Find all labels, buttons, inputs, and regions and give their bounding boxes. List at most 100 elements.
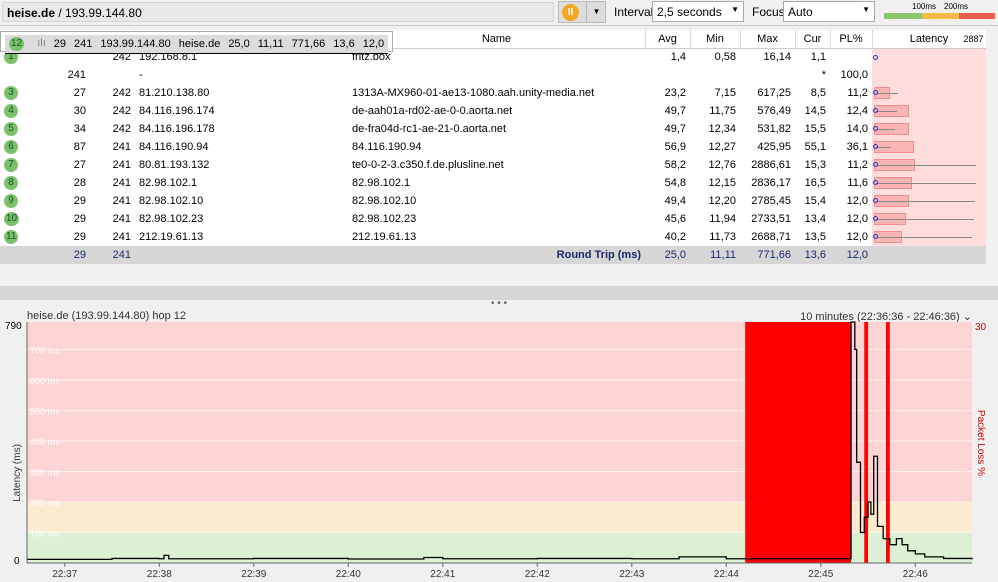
cell-avg: 49,7 xyxy=(645,120,690,138)
cell-err: 30 xyxy=(50,102,90,120)
chevron-down-icon: ▼ xyxy=(731,5,739,14)
cell-plpct: 11,2 xyxy=(830,156,872,174)
y-tick-label: 300 ms xyxy=(30,467,60,477)
ip-label: / 193.99.144.80 xyxy=(55,6,142,20)
cell-ip: 82.98.102.1 xyxy=(135,174,348,192)
rt-pl: 12,0 xyxy=(830,246,872,264)
cell-err: 34 xyxy=(50,120,90,138)
table-row[interactable]: 8 28 241 82.98.102.1 82.98.102.1 54,8 12,15 283… xyxy=(0,174,986,192)
y2-axis-label: Packet Loss % xyxy=(975,410,986,476)
pause-button[interactable]: II ▼ xyxy=(558,1,606,23)
focus-value: Auto xyxy=(788,5,813,19)
column-header-min[interactable]: Min xyxy=(690,30,741,49)
cell-count: 242 xyxy=(90,84,135,102)
table-row[interactable]: 5 34 242 84.116.196.178 de-fra04d-rc1-ae-21-… xyxy=(0,120,986,138)
column-header-max[interactable]: Max xyxy=(740,30,796,49)
latency-dot xyxy=(873,216,878,221)
x-tick-label: 22:42 xyxy=(525,569,550,580)
cell-cur: 1,1 xyxy=(795,48,830,66)
table-row[interactable]: 3 27 242 81.210.138.80 1313A-MX960-01-ae13-1… xyxy=(0,84,986,102)
rt-err: 29 xyxy=(50,246,90,264)
cell-ip: 80.81.193.132 xyxy=(135,156,348,174)
y-min-label: 0 xyxy=(14,556,20,567)
latency-graph-cell xyxy=(872,228,986,246)
cell-err: 29 xyxy=(50,210,90,228)
latency-range xyxy=(876,201,976,202)
column-header-latency[interactable]: Latency 2887 xyxy=(872,30,987,49)
y-tick-label: 500 ms xyxy=(30,406,60,416)
cell-plpct: 12,4 xyxy=(830,102,872,120)
y-axis-label: Latency (ms) xyxy=(12,444,23,502)
column-header-cur[interactable]: Cur xyxy=(795,30,831,49)
cell-ip: 212.19.61.13 xyxy=(135,228,348,246)
table-row[interactable]: 10 29 241 82.98.102.23 82.98.102.23 45,6 11,94… xyxy=(0,210,986,228)
cell-cur: 55,1 xyxy=(795,138,830,156)
latency-range xyxy=(876,165,976,166)
hop-table: HopErrCountIPNameAvgMinMaxCurPL%Latency2… xyxy=(0,30,987,264)
table-row[interactable]: 7 27 241 80.81.193.132 te0-0-2-3.c350.f.de.p… xyxy=(0,156,986,174)
latency-graph-cell xyxy=(872,192,986,210)
interval-select[interactable]: 2,5 seconds ▼ xyxy=(652,1,744,22)
cell-avg: 54,8 xyxy=(645,174,690,192)
cell-max: 2836,17 xyxy=(740,174,795,192)
latency-dot xyxy=(873,144,878,149)
rt-cur: 13,6 xyxy=(795,246,830,264)
latency-range xyxy=(876,129,895,130)
cell-ip: 193.99.144.80 xyxy=(96,35,175,54)
cell-err: 27 xyxy=(50,156,90,174)
cell-max xyxy=(740,66,795,84)
latency-range xyxy=(876,237,973,238)
x-tick-label: 22:40 xyxy=(336,569,361,580)
focus-label: Focus xyxy=(752,5,785,19)
table-row[interactable]: 12 ılı 29 241 193.99.144.80 heise.de 25,0 11,1… xyxy=(0,31,394,54)
hop-cell xyxy=(0,66,50,84)
x-tick-label: 22:46 xyxy=(903,569,928,580)
rt-label: Round Trip (ms) xyxy=(348,246,645,264)
cell-ip: 84.116.196.178 xyxy=(135,120,348,138)
rt-max: 771,66 xyxy=(740,246,795,264)
cell-max: 2785,45 xyxy=(740,192,795,210)
cell-cur: 15,3 xyxy=(795,156,830,174)
table-row[interactable]: 6 87 241 84.116.190.94 84.116.190.94 56,9 12,2… xyxy=(0,138,986,156)
chevron-down-icon[interactable]: ▼ xyxy=(586,2,606,22)
cell-min: 12,34 xyxy=(690,120,740,138)
bar-chart-icon[interactable]: ılı xyxy=(37,37,46,49)
hop-cell: 7 xyxy=(0,156,50,174)
x-tick-label: 22:43 xyxy=(619,569,644,580)
focus-select[interactable]: Auto ▼ xyxy=(783,1,875,22)
latency-graph-cell xyxy=(872,102,986,120)
hop-number: 4 xyxy=(4,104,18,118)
legend-100: 100ms xyxy=(912,2,937,11)
cell-err: 87 xyxy=(50,138,90,156)
cell-err: 29 xyxy=(49,35,70,54)
table-row[interactable]: 4 30 242 84.116.196.174 de-aah01a-rd02-ae-0-… xyxy=(0,102,986,120)
cell-avg: 23,2 xyxy=(645,84,690,102)
latency-graph-cell xyxy=(872,66,986,84)
cell-count: 241 xyxy=(90,156,135,174)
table-row[interactable]: 11 29 241 212.19.61.13 212.19.61.13 40,2 11,73… xyxy=(0,228,986,246)
cell-max: 425,95 xyxy=(740,138,795,156)
latency-dot xyxy=(873,54,878,60)
cell-max: 2688,71 xyxy=(740,228,795,246)
table-scrollbar[interactable] xyxy=(986,30,998,268)
cell-cur: 8,5 xyxy=(795,84,830,102)
column-header-avg[interactable]: Avg xyxy=(645,30,691,49)
cell-min: 11,11 xyxy=(253,35,288,54)
cell-plpct: 12,0 xyxy=(358,35,389,54)
cell-ip: 84.116.196.174 xyxy=(135,102,348,120)
latency-dot xyxy=(873,162,878,167)
table-row[interactable]: 9 29 241 82.98.102.10 82.98.102.10 49,4 12,20 2… xyxy=(0,192,986,210)
y-tick-label: 600 ms xyxy=(30,376,60,386)
hop-cell: 10 xyxy=(0,210,50,228)
cell-name: 82.98.102.10 xyxy=(348,192,645,210)
cell-plpct xyxy=(830,48,872,66)
table-row[interactable]: 241 - * 100,0 xyxy=(0,66,986,84)
target-address[interactable]: heise.de / 193.99.144.80 xyxy=(2,2,554,22)
y-tick-label: 700 ms xyxy=(30,345,60,355)
latency-range xyxy=(876,147,892,148)
cell-plpct: 14,0 xyxy=(830,120,872,138)
column-header-plpct[interactable]: PL% xyxy=(830,30,873,49)
splitter-handle[interactable]: • • • xyxy=(0,299,998,310)
hop-cell: 8 xyxy=(0,174,50,192)
latency-graph-cell xyxy=(872,210,986,228)
